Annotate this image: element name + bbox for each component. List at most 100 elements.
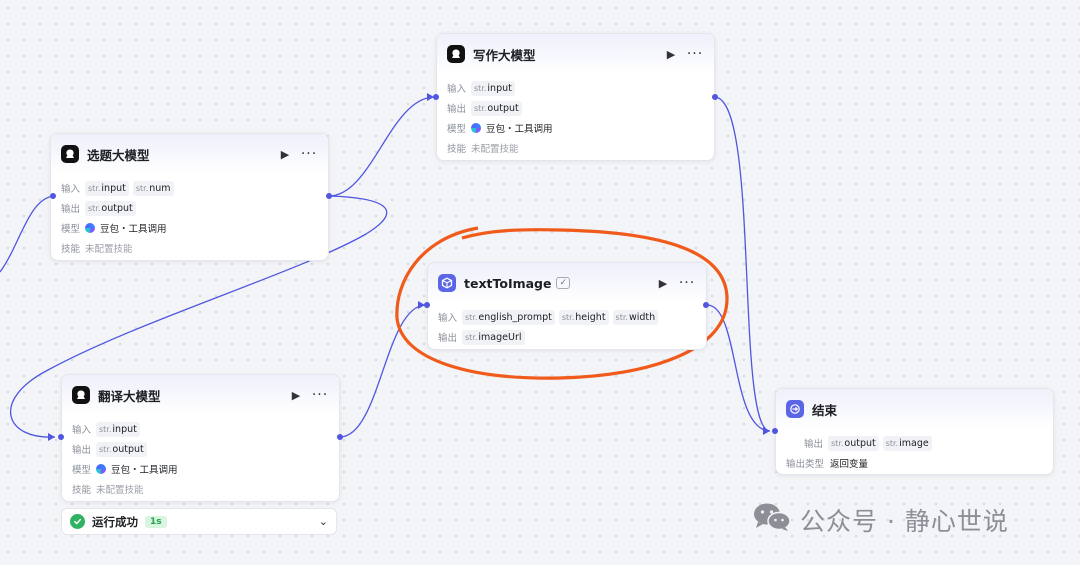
duration-badge: 1s (145, 515, 167, 528)
output-type-row: 输出类型 返回变量 (786, 453, 1043, 473)
node-write-llm[interactable]: 写作大模型 ▶ ··· 输入 str. input 输出 str. output 模… (436, 33, 715, 161)
param-chip: str. imageUrl (462, 329, 525, 345)
skill-row: 技能 未配置技能 (447, 138, 704, 158)
param-chip: str. output (471, 100, 522, 116)
node-title: 选题大模型 (87, 147, 150, 163)
skill-value: 未配置技能 (471, 144, 519, 155)
play-icon[interactable]: ▶ (276, 145, 294, 163)
port-out[interactable] (712, 94, 718, 100)
node-topic-llm[interactable]: 选题大模型 ▶ ··· 输入 str. input str. num 输出 str.… (50, 133, 329, 261)
node-title: 翻译大模型 (98, 388, 161, 404)
param-chip: str. height (558, 309, 609, 325)
play-icon[interactable]: ▶ (654, 274, 672, 292)
edge-translate-to-tti (339, 304, 426, 438)
param-chip: str. input (96, 421, 140, 437)
output-row: 输出 str. output (72, 439, 329, 459)
node-title: 写作大模型 (473, 47, 536, 63)
node-header: 翻译大模型 ▶ ··· (62, 375, 339, 415)
row-label: 技能 (447, 144, 467, 155)
arrow-translate (48, 433, 55, 441)
row-label: 输入 (72, 425, 92, 436)
port-in[interactable] (424, 302, 430, 308)
doubao-icon (85, 223, 95, 233)
row-label: 输入 (61, 184, 81, 195)
node-header: 写作大模型 ▶ ··· (437, 34, 714, 74)
model-name: 豆包・工具调用 (486, 124, 553, 135)
more-icon[interactable]: ··· (678, 274, 696, 292)
row-label: 技能 (61, 244, 81, 255)
skill-value: 未配置技能 (96, 485, 144, 496)
row-label: 输出 (72, 445, 92, 456)
node-title: 结束 (812, 402, 838, 418)
more-icon[interactable]: ··· (311, 386, 329, 404)
param-chip: str. input (471, 80, 515, 96)
model-name: 豆包・工具调用 (100, 224, 167, 235)
row-label: 输出 (804, 439, 824, 450)
more-icon[interactable]: ··· (686, 45, 704, 63)
param-chip: str. english_prompt (462, 309, 555, 325)
status-text: 运行成功 (92, 514, 138, 529)
row-label: 模型 (61, 224, 81, 235)
model-row: 模型 豆包・工具调用 (447, 118, 704, 138)
input-row: 输入 str. input (447, 78, 704, 98)
output-type-value: 返回变量 (830, 459, 869, 470)
node-text-to-image[interactable]: textToImage ✓ ▶ ··· 输入 str. english_promp… (427, 262, 707, 350)
output-row: 输出 str. output (447, 98, 704, 118)
skill-row: 技能 未配置技能 (72, 479, 329, 499)
check-circle-icon (70, 514, 85, 529)
node-title: textToImage (464, 275, 552, 291)
more-icon[interactable]: ··· (300, 145, 318, 163)
llm-icon (72, 386, 90, 404)
llm-icon (61, 145, 79, 163)
node-header: 选题大模型 ▶ ··· (51, 134, 328, 174)
row-label: 输出 (61, 204, 81, 215)
node-end[interactable]: 结束 输出 str. output str. image 输出类型 返回变量 (775, 388, 1054, 475)
port-out[interactable] (337, 434, 343, 440)
run-status-bar[interactable]: 运行成功 1s ⌄ (61, 508, 337, 535)
node-translate-llm[interactable]: 翻译大模型 ▶ ··· 输入 str. input 输出 str. output 模… (61, 374, 340, 502)
param-chip: str. num (132, 180, 174, 196)
skill-row: 技能 未配置技能 (61, 238, 318, 258)
workflow-canvas[interactable]: 选题大模型 ▶ ··· 输入 str. input str. num 输出 str.… (0, 0, 1080, 565)
row-label: 输出 (447, 104, 467, 115)
doubao-icon (471, 123, 481, 133)
param-chip: str. input (85, 180, 129, 196)
port-out[interactable] (326, 193, 332, 199)
llm-icon (447, 45, 465, 63)
row-label: 技能 (72, 485, 92, 496)
port-out[interactable] (703, 302, 709, 308)
param-chip: str. output (96, 441, 147, 457)
input-row: 输入 str. input str. num (61, 178, 318, 198)
watermark-text: 公众号 · 静心世说 (800, 507, 1009, 536)
param-chip: str. image (882, 435, 932, 451)
param-chip: str. output (85, 200, 136, 216)
play-icon[interactable]: ▶ (287, 386, 305, 404)
node-header: textToImage ✓ ▶ ··· (428, 263, 706, 303)
model-row: 模型 豆包・工具调用 (61, 218, 318, 238)
edge-topic-to-write (328, 96, 435, 197)
row-label: 输入 (438, 313, 458, 324)
output-row: 输出 str. imageUrl (438, 327, 696, 347)
end-icon (786, 400, 804, 418)
plugin-badge-icon: ✓ (556, 277, 571, 289)
output-row: 输出 str. output str. image (786, 433, 1043, 453)
doubao-icon (96, 464, 106, 474)
port-in[interactable] (58, 434, 64, 440)
param-chip: str. width (612, 309, 659, 325)
edge-write-to-end (714, 96, 771, 432)
node-header: 结束 (776, 389, 1053, 429)
param-chip: str. output (828, 435, 879, 451)
play-icon[interactable]: ▶ (662, 45, 680, 63)
output-row: 输出 str. output (61, 198, 318, 218)
watermark: 公众号 · 静心世说 (752, 503, 1009, 537)
port-in[interactable] (772, 428, 778, 434)
arrow-end (763, 427, 770, 435)
port-in[interactable] (433, 94, 439, 100)
row-label: 模型 (72, 465, 92, 476)
wechat-icon (752, 502, 792, 538)
input-row: 输入 str. input (72, 419, 329, 439)
chevron-down-icon[interactable]: ⌄ (319, 515, 328, 528)
port-in[interactable] (50, 193, 56, 199)
row-label: 输出 (438, 333, 458, 344)
skill-value: 未配置技能 (85, 244, 133, 255)
